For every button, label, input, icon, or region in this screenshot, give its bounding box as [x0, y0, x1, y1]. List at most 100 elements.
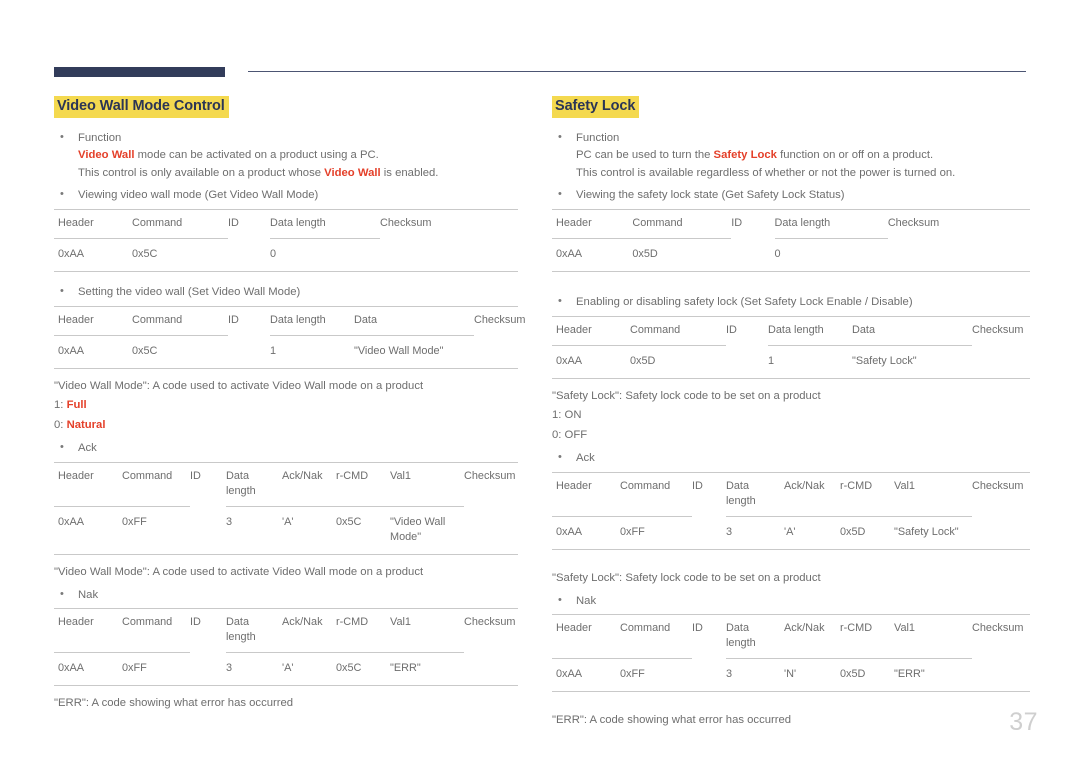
bullet-function-line3: This control is only available on a prod… [78, 165, 518, 183]
cell-val1: "Safety Lock" [894, 525, 959, 538]
col-header-data: Data [354, 306, 474, 336]
col-header-data-length: Data length [726, 614, 784, 660]
col-header-id: ID [692, 622, 703, 635]
col-header-id: ID [190, 616, 201, 629]
col-header-r-cmd: r-CMD [840, 614, 894, 660]
table-row: Header Command ID Data length Checksum [54, 209, 518, 239]
cell-ack-nak: 'N' [784, 668, 797, 681]
cell-checksum [474, 335, 518, 368]
col-header-id: ID [731, 216, 743, 229]
inline-video-wall-1: Video Wall [78, 149, 135, 162]
col-header-data-length: Data length [726, 472, 784, 517]
cell-header: 0xAA [556, 354, 583, 367]
note-nak-err: "ERR": A code showing what error has occ… [552, 714, 792, 727]
table-row: Header Command ID Data length Ack/Nak r-… [552, 472, 1030, 517]
code-value-full: 1: Full [54, 397, 518, 415]
table-row: 0xAA 0x5C 0 [54, 238, 518, 271]
cell-id [731, 238, 774, 271]
cell-command: 0x5D [632, 247, 658, 260]
bullet-nak: Nak [552, 592, 1030, 611]
table-row: Header Command ID Data length Data Check… [552, 316, 1030, 346]
col-header-header: Header [552, 316, 630, 346]
table-row: 0xAA 0x5D 0 [552, 238, 1030, 271]
col-header-checksum: Checksum [464, 616, 516, 629]
col-header-data-length: Data length [270, 306, 354, 336]
table-row: 0xAA 0xFF 3 'A' 0x5D "Safety Lock" [552, 516, 1030, 549]
col-header-header: Header [552, 472, 620, 517]
cell-header: 0xAA [556, 525, 583, 538]
col-header-ack-nak: Ack/Nak [784, 614, 840, 660]
col-header-val1: Val1 [894, 472, 972, 517]
bullet-set-safety-lock: Enabling or disabling safety lock (Set S… [552, 293, 1030, 312]
note-video-wall-mode-code: "Video Wall Mode": A code used to activa… [54, 379, 424, 392]
cell-checksum [888, 238, 1030, 271]
col-header-data: Data [852, 316, 972, 346]
table-row: Header Command ID Data length Data Check… [54, 306, 525, 336]
inline-video-wall-2: Video Wall [324, 167, 381, 180]
page-title-safety-lock: Safety Lock [552, 96, 640, 118]
col-header-data-length: Data length [226, 608, 282, 654]
col-header-r-cmd: r-CMD [336, 462, 390, 507]
col-header-header: Header [54, 608, 122, 654]
cell-checksum [972, 345, 1030, 378]
cell-val1: "Video Wall Mode" [390, 515, 446, 543]
table-row: Header Command ID Data length Ack/Nak r-… [54, 608, 518, 654]
col-header-data-length: Data length [270, 209, 380, 239]
cell-command: 0xFF [122, 662, 147, 675]
col-header-checksum: Checksum [972, 622, 1024, 635]
bullet-nak: Nak [54, 586, 518, 605]
bullet-function-line2: Video Wall mode can be activated on a pr… [78, 147, 518, 165]
cell-r-cmd: 0x5D [840, 668, 866, 681]
cell-data-length: 1 [270, 344, 277, 357]
cell-data-length: 3 [226, 515, 233, 528]
col-header-command: Command [632, 209, 732, 239]
col-header-command: Command [620, 614, 692, 660]
col-header-checksum: Checksum [464, 469, 516, 482]
table-row: 0xAA 0x5D 1 "Safety Lock" [552, 345, 1030, 378]
cell-command: 0xFF [620, 525, 645, 538]
code-value-on: 1: ON [552, 409, 582, 422]
col-header-id: ID [726, 323, 737, 336]
col-header-command: Command [630, 316, 726, 346]
col-header-header: Header [54, 306, 132, 336]
cell-header: 0xAA [556, 247, 583, 260]
cell-command: 0xFF [122, 515, 147, 528]
cell-data-length: 3 [226, 662, 233, 675]
table-set-video-wall-mode: Header Command ID Data length Data Check… [54, 305, 525, 369]
cell-r-cmd: 0x5D [840, 525, 866, 538]
cell-id [190, 506, 226, 554]
cell-id [726, 345, 768, 378]
bullet-get-safety-lock-status: Viewing the safety lock state (Get Safet… [552, 186, 1030, 205]
cell-header: 0xAA [58, 515, 85, 528]
cell-command: 0x5C [132, 247, 158, 260]
col-header-val1: Val1 [894, 614, 972, 660]
cell-data: "Video Wall Mode" [354, 344, 444, 357]
cell-ack-nak: 'A' [282, 662, 294, 675]
col-header-data-length: Data length [768, 316, 852, 346]
code-value-full-key: 1: [54, 399, 67, 412]
col-header-command: Command [122, 608, 190, 654]
table-nak: Header Command ID Data length Ack/Nak r-… [54, 608, 518, 687]
cell-data-length: 1 [768, 354, 775, 367]
table-row: 0xAA 0x5C 1 "Video Wall Mode" [54, 335, 518, 368]
cell-data-length: 0 [774, 247, 781, 260]
inline-safety-lock-1: Safety Lock [713, 149, 777, 162]
col-header-command: Command [122, 462, 190, 507]
code-value-natural: 0: Natural [54, 417, 518, 435]
table-row: Header Command ID Data length Ack/Nak r-… [552, 614, 1030, 660]
right-column: Safety Lock Function PC can be used to t… [552, 96, 1030, 730]
col-header-data-length: Data length [774, 209, 888, 239]
bullet-function-line2-post: function on or off on a product. [776, 149, 934, 162]
col-header-header: Header [54, 462, 122, 507]
page-number: 37 [1009, 708, 1038, 736]
cell-id [228, 335, 270, 368]
cell-header: 0xAA [58, 247, 85, 260]
cell-checksum [380, 238, 518, 271]
bullet-function-line2: PC can be used to turn the Safety Lock f… [576, 147, 1030, 165]
col-header-val1: Val1 [390, 608, 464, 654]
cell-id [228, 238, 270, 271]
header-rule-thin [248, 71, 1026, 73]
col-header-header: Header [552, 209, 633, 239]
page-title-video-wall: Video Wall Mode Control [54, 96, 229, 118]
